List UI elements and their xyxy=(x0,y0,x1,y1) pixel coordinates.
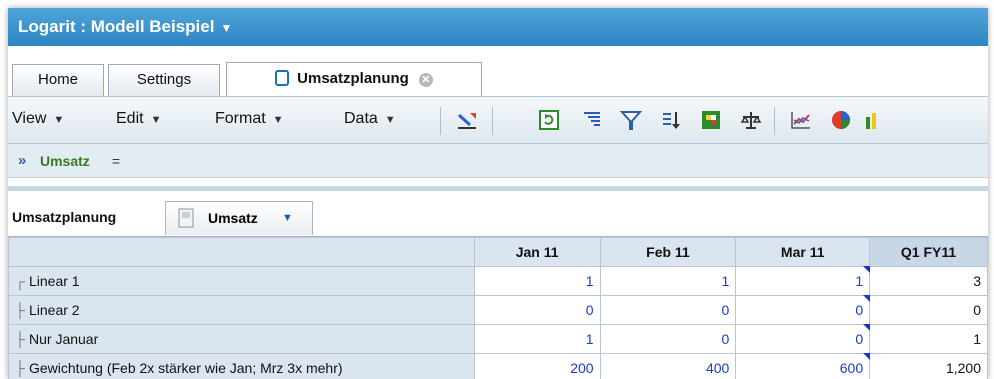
column-header[interactable]: Q1 FY11 xyxy=(869,237,988,267)
row-label[interactable]: ├ Linear 2 xyxy=(8,295,475,325)
value-cell[interactable]: 1 xyxy=(473,324,601,354)
sheet-tabs: Umsatzplanung Umsatz ▼ xyxy=(8,199,988,237)
tab-umsatzplanung[interactable]: Umsatzplanung ✕ xyxy=(226,62,482,96)
value-cell[interactable]: 1 xyxy=(473,266,601,296)
chevron-down-icon: ▼ xyxy=(150,114,162,126)
refresh-icon[interactable] xyxy=(538,109,560,131)
sort-icon[interactable] xyxy=(660,109,682,131)
value-cell[interactable]: 0 xyxy=(473,295,601,325)
menu-label: Format xyxy=(215,110,266,127)
toolbar: View ▼ Edit ▼ Format ▼ Data ▼ xyxy=(8,96,988,144)
title-bar[interactable]: Logarit : Modell Beispiel ▼ xyxy=(8,8,988,46)
menu-label: Data xyxy=(344,110,378,127)
document-icon xyxy=(275,70,290,86)
toolbar-separator xyxy=(774,107,775,135)
total-cell[interactable]: 1,200 xyxy=(869,353,988,379)
row-label[interactable]: ├ Nur Januar xyxy=(8,324,475,354)
row-label-text: Linear 2 xyxy=(29,302,80,318)
formula-name: Umsatz xyxy=(40,153,90,169)
toolbar-separator xyxy=(440,107,441,135)
header-row: Jan 11 Feb 11 Mar 11 Q1 FY11 xyxy=(8,237,988,267)
value-cell[interactable]: 0 xyxy=(735,295,871,325)
sheet-label: Umsatzplanung xyxy=(12,209,117,225)
tab-label: Umsatzplanung xyxy=(297,70,409,87)
chevron-down-icon[interactable]: ▼ xyxy=(282,202,293,234)
line-chart-icon[interactable] xyxy=(790,109,812,131)
table-row: ├ Nur Januar 1 0 0 1 xyxy=(8,324,988,354)
row-label-text: Gewichtung (Feb 2x stärker wie Jan; Mrz … xyxy=(29,360,343,376)
app-window: Logarit : Modell Beispiel ▼ Home Settings… xyxy=(8,8,988,379)
formula-equals: = xyxy=(112,153,121,169)
corner-cell xyxy=(8,237,475,267)
color-grid-icon[interactable] xyxy=(700,109,722,131)
column-header[interactable]: Mar 11 xyxy=(735,237,871,267)
column-header[interactable]: Jan 11 xyxy=(473,237,601,267)
app-title: Logarit : Modell Beispiel xyxy=(18,17,215,36)
double-chevron-down-icon[interactable]: » xyxy=(18,144,26,178)
menu-label: Edit xyxy=(116,110,144,127)
column-header[interactable]: Feb 11 xyxy=(599,237,737,267)
data-grid: Jan 11 Feb 11 Mar 11 Q1 FY11 ┌ Linear 1 1… xyxy=(8,237,988,379)
chevron-down-icon[interactable]: ▼ xyxy=(220,21,232,35)
table-row: ┌ Linear 1 1 1 1 3 xyxy=(8,266,988,296)
tab-bar: Home Settings Umsatzplanung ✕ xyxy=(8,46,988,96)
menu-data[interactable]: Data ▼ xyxy=(344,110,396,128)
total-cell[interactable]: 1 xyxy=(869,324,988,354)
table-row: ├ Linear 2 0 0 0 0 xyxy=(8,295,988,325)
chevron-down-icon: ▼ xyxy=(53,114,65,126)
row-label-text: Linear 1 xyxy=(29,273,80,289)
view-tab-umsatz[interactable]: Umsatz ▼ xyxy=(165,201,313,235)
row-label[interactable]: ├ Gewichtung (Feb 2x stärker wie Jan; Mrz… xyxy=(8,353,475,379)
chevron-down-icon: ▼ xyxy=(384,114,396,126)
value-cell[interactable]: 0 xyxy=(599,295,737,325)
document-icon xyxy=(178,208,194,228)
tab-label: Home xyxy=(37,71,78,88)
value-cell[interactable]: 600 xyxy=(735,353,871,379)
value-cell[interactable]: 400 xyxy=(599,353,737,379)
splitter[interactable] xyxy=(8,178,988,191)
pie-chart-icon[interactable] xyxy=(830,109,852,131)
menu-view[interactable]: View ▼ xyxy=(12,110,64,128)
value-cell[interactable]: 0 xyxy=(735,324,871,354)
total-cell[interactable]: 0 xyxy=(869,295,988,325)
tab-home[interactable]: Home xyxy=(12,64,104,96)
chevron-down-icon: ▼ xyxy=(272,114,284,126)
toolbar-separator xyxy=(492,107,493,135)
menu-label: View xyxy=(12,110,47,127)
row-label[interactable]: ┌ Linear 1 xyxy=(8,266,475,296)
value-cell[interactable]: 200 xyxy=(473,353,601,379)
view-tab-label: Umsatz xyxy=(208,210,258,226)
filter-icon[interactable] xyxy=(620,109,642,131)
row-label-text: Nur Januar xyxy=(29,331,99,347)
balance-icon[interactable] xyxy=(740,109,762,131)
value-cell[interactable]: 1 xyxy=(599,266,737,296)
total-cell[interactable]: 3 xyxy=(869,266,988,296)
bar-chart-icon[interactable] xyxy=(864,109,886,131)
table-row: ├ Gewichtung (Feb 2x stärker wie Jan; Mrz… xyxy=(8,353,988,379)
value-cell[interactable]: 1 xyxy=(735,266,871,296)
close-icon[interactable]: ✕ xyxy=(418,73,433,87)
menu-edit[interactable]: Edit ▼ xyxy=(116,110,161,128)
menu-format[interactable]: Format ▼ xyxy=(215,110,284,128)
tab-label: Settings xyxy=(136,71,192,88)
chart-edit-icon[interactable] xyxy=(456,109,478,131)
tab-settings[interactable]: Settings xyxy=(108,64,220,96)
formula-bar: » Umsatz = xyxy=(8,144,988,178)
align-icon[interactable] xyxy=(581,109,603,131)
value-cell[interactable]: 0 xyxy=(599,324,737,354)
